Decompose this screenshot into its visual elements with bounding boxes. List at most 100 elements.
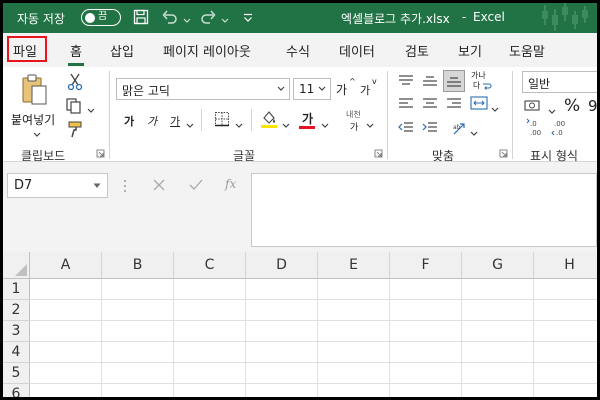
paste-label[interactable]: 붙여넣기 bbox=[11, 111, 55, 128]
fill-color-dropdown-icon[interactable] bbox=[282, 118, 290, 132]
column-header-a[interactable]: A bbox=[30, 252, 102, 279]
autosave-toggle[interactable]: 끔 bbox=[81, 9, 121, 26]
app-name: Excel bbox=[473, 10, 505, 24]
align-bottom-button[interactable] bbox=[443, 70, 465, 92]
tab-file[interactable]: 파일 bbox=[13, 41, 37, 60]
row-header-1[interactable]: 1 bbox=[3, 279, 30, 300]
phonetic-label-bottom[interactable]: 가 bbox=[350, 120, 358, 133]
column-header-g[interactable]: G bbox=[462, 252, 534, 279]
align-left-icon[interactable] bbox=[398, 97, 414, 114]
copy-dropdown-icon[interactable] bbox=[87, 103, 95, 117]
tab-insert[interactable]: 삽입 bbox=[110, 41, 134, 60]
separator bbox=[109, 71, 110, 159]
paste-button[interactable] bbox=[21, 73, 49, 110]
name-box[interactable]: D7 bbox=[7, 173, 108, 198]
font-name-combo[interactable]: 맑은 고딕 bbox=[116, 78, 290, 100]
font-launcher-icon[interactable] bbox=[374, 149, 383, 158]
format-painter-icon[interactable] bbox=[67, 121, 83, 142]
name-box-value: D7 bbox=[14, 178, 33, 193]
document-title: 엑셀블로그 추가.xlsx bbox=[341, 12, 450, 26]
grid-column-line bbox=[533, 279, 534, 397]
increase-decimal-icon[interactable]: .0.00 bbox=[526, 118, 544, 141]
tab-help[interactable]: 도움말 bbox=[509, 41, 545, 60]
select-all-corner[interactable] bbox=[3, 252, 30, 279]
row-header-5[interactable]: 5 bbox=[3, 363, 30, 384]
grid-column-line bbox=[461, 279, 462, 397]
tab-page-layout[interactable]: 페이지 레이아웃 bbox=[163, 41, 251, 60]
grow-font-button[interactable]: 가 bbox=[336, 81, 347, 98]
underline-button[interactable]: 가 bbox=[170, 113, 180, 129]
percent-button[interactable]: % bbox=[564, 96, 580, 116]
font-color-button[interactable]: 가 bbox=[302, 110, 313, 127]
enter-icon[interactable] bbox=[189, 179, 203, 191]
borders-icon[interactable] bbox=[214, 111, 230, 130]
row-header-3[interactable]: 3 bbox=[3, 321, 30, 342]
align-right-icon[interactable] bbox=[446, 97, 462, 114]
column-header-e[interactable]: E bbox=[318, 252, 390, 279]
chevron-down-icon bbox=[318, 86, 326, 91]
phonetic-dropdown-icon[interactable] bbox=[366, 118, 374, 132]
select-all-icon bbox=[15, 264, 27, 276]
redo-dropdown-icon[interactable] bbox=[221, 13, 229, 27]
align-top-icon[interactable] bbox=[398, 74, 414, 91]
cancel-icon[interactable] bbox=[153, 179, 165, 191]
merge-dropdown-icon[interactable] bbox=[491, 102, 499, 116]
separator bbox=[387, 71, 388, 159]
tab-review[interactable]: 검토 bbox=[405, 41, 429, 60]
decrease-indent-icon[interactable] bbox=[398, 121, 414, 138]
font-color-dropdown-icon[interactable] bbox=[321, 118, 329, 132]
underline-dropdown-icon[interactable] bbox=[186, 118, 194, 132]
grid-column-line bbox=[317, 279, 318, 397]
splitter-dots-icon[interactable] bbox=[123, 179, 127, 196]
shrink-font-button[interactable]: 가 bbox=[360, 82, 370, 98]
currency-dropdown-icon[interactable] bbox=[548, 104, 556, 118]
font-size-combo[interactable]: 11 bbox=[293, 78, 331, 100]
undo-icon[interactable] bbox=[161, 9, 179, 28]
row-header-4[interactable]: 4 bbox=[3, 342, 30, 363]
undo-dropdown-icon[interactable] bbox=[183, 13, 191, 27]
row-header-6[interactable]: 6 bbox=[3, 384, 30, 397]
cut-icon[interactable] bbox=[67, 73, 83, 94]
italic-button[interactable]: 가 bbox=[147, 113, 157, 129]
orientation-icon[interactable]: ab bbox=[452, 120, 468, 139]
decrease-decimal-icon[interactable]: .00.0 bbox=[551, 118, 569, 141]
tab-home[interactable]: 홈 bbox=[68, 41, 84, 66]
grid-column-line bbox=[245, 279, 246, 397]
column-header-b[interactable]: B bbox=[102, 252, 174, 279]
insert-function-button[interactable]: fx bbox=[225, 177, 236, 191]
autosave-state: 끔 bbox=[98, 11, 108, 22]
number-format-combo[interactable]: 일반 bbox=[522, 71, 597, 93]
bold-button[interactable]: 가 bbox=[124, 113, 134, 129]
currency-icon[interactable] bbox=[524, 98, 542, 117]
paste-dropdown-icon[interactable] bbox=[33, 127, 41, 141]
worksheet-grid[interactable]: ABCDEFGH 123456 bbox=[3, 252, 597, 397]
tab-view[interactable]: 보기 bbox=[458, 41, 482, 60]
column-header-h[interactable]: H bbox=[534, 252, 597, 279]
redo-icon[interactable] bbox=[199, 9, 217, 28]
name-box-dropdown-icon[interactable] bbox=[93, 183, 101, 189]
orientation-dropdown-icon[interactable] bbox=[470, 126, 478, 140]
increase-indent-icon[interactable] bbox=[422, 121, 438, 138]
column-header-c[interactable]: C bbox=[174, 252, 246, 279]
merge-center-icon[interactable] bbox=[470, 96, 488, 113]
row-header-2[interactable]: 2 bbox=[3, 300, 30, 321]
borders-dropdown-icon[interactable] bbox=[235, 118, 243, 132]
align-middle-icon[interactable] bbox=[422, 74, 438, 91]
tab-formulas[interactable]: 수식 bbox=[286, 41, 310, 60]
fill-color-icon[interactable] bbox=[260, 109, 278, 132]
clipboard-launcher-icon[interactable] bbox=[96, 149, 105, 158]
align-center-icon[interactable] bbox=[422, 97, 438, 114]
tab-data[interactable]: 데이터 bbox=[339, 41, 375, 60]
wrap-text-label-bottom[interactable]: 다 bbox=[473, 80, 480, 91]
phonetic-label-top[interactable]: 내천 bbox=[346, 109, 361, 120]
formula-input[interactable] bbox=[251, 173, 597, 247]
save-icon[interactable] bbox=[133, 9, 149, 28]
alignment-launcher-icon[interactable] bbox=[499, 149, 508, 158]
comma-button[interactable]: 9 bbox=[588, 97, 597, 115]
separator bbox=[512, 71, 513, 159]
customize-toolbar-icon[interactable] bbox=[243, 12, 253, 26]
shrink-font-caret: v bbox=[372, 77, 377, 86]
column-header-f[interactable]: F bbox=[390, 252, 462, 279]
copy-icon[interactable] bbox=[65, 97, 83, 118]
column-header-d[interactable]: D bbox=[246, 252, 318, 279]
